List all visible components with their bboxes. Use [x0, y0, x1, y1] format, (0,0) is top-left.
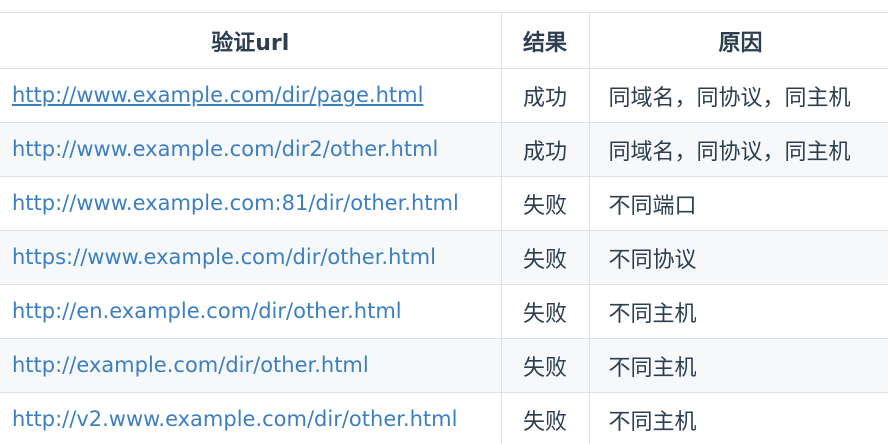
- table-row: https://www.example.com/dir/other.html 失…: [0, 230, 888, 285]
- url-cell: http://www.example.com/dir/page.html: [0, 68, 502, 123]
- url-link[interactable]: https://www.example.com/dir/other.html: [12, 245, 436, 269]
- result-cell: 成功: [500, 122, 590, 177]
- url-cell: http://v2.www.example.com/dir/other.html: [0, 392, 502, 444]
- table-row: http://en.example.com/dir/other.html 失败 …: [0, 284, 888, 339]
- reason-cell: 不同协议: [588, 230, 888, 285]
- result-cell: 失败: [500, 176, 590, 231]
- header-result: 结果: [500, 12, 590, 69]
- result-cell: 失败: [500, 338, 590, 393]
- table-row: http://www.example.com:81/dir/other.html…: [0, 176, 888, 231]
- result-cell: 失败: [500, 230, 590, 285]
- url-link[interactable]: http://www.example.com:81/dir/other.html: [12, 191, 459, 215]
- table-row: http://example.com/dir/other.html 失败 不同主…: [0, 338, 888, 393]
- table-header: 验证url 结果 原因: [0, 12, 888, 69]
- url-link[interactable]: http://en.example.com/dir/other.html: [12, 299, 402, 323]
- reason-cell: 同域名，同协议，同主机: [588, 122, 888, 177]
- result-cell: 失败: [500, 284, 590, 339]
- url-cell: http://en.example.com/dir/other.html: [0, 284, 502, 339]
- url-cell: https://www.example.com/dir/other.html: [0, 230, 502, 285]
- url-cell: http://www.example.com:81/dir/other.html: [0, 176, 502, 231]
- result-cell: 失败: [500, 392, 590, 444]
- table-row: http://v2.www.example.com/dir/other.html…: [0, 392, 888, 444]
- reason-cell: 同域名，同协议，同主机: [588, 68, 888, 123]
- url-cell: http://example.com/dir/other.html: [0, 338, 502, 393]
- page: 验证url 结果 原因 http://www.example.com/dir/p…: [0, 0, 888, 444]
- header-reason: 原因: [588, 12, 888, 69]
- result-cell: 成功: [500, 68, 590, 123]
- reason-cell: 不同主机: [588, 338, 888, 393]
- url-link[interactable]: http://example.com/dir/other.html: [12, 353, 369, 377]
- header-row: 验证url 结果 原因: [0, 12, 888, 69]
- url-link[interactable]: http://v2.www.example.com/dir/other.html: [12, 407, 457, 431]
- reason-cell: 不同端口: [588, 176, 888, 231]
- table-row: http://www.example.com/dir/page.html 成功 …: [0, 68, 888, 123]
- table-body: http://www.example.com/dir/page.html 成功 …: [0, 68, 888, 444]
- url-link[interactable]: http://www.example.com/dir2/other.html: [12, 137, 438, 161]
- reason-cell: 不同主机: [588, 392, 888, 444]
- table-row: http://www.example.com/dir2/other.html 成…: [0, 122, 888, 177]
- reason-cell: 不同主机: [588, 284, 888, 339]
- url-cell: http://www.example.com/dir2/other.html: [0, 122, 502, 177]
- origin-comparison-table: 验证url 结果 原因 http://www.example.com/dir/p…: [0, 12, 888, 444]
- url-link[interactable]: http://www.example.com/dir/page.html: [12, 83, 423, 107]
- header-url: 验证url: [0, 12, 502, 69]
